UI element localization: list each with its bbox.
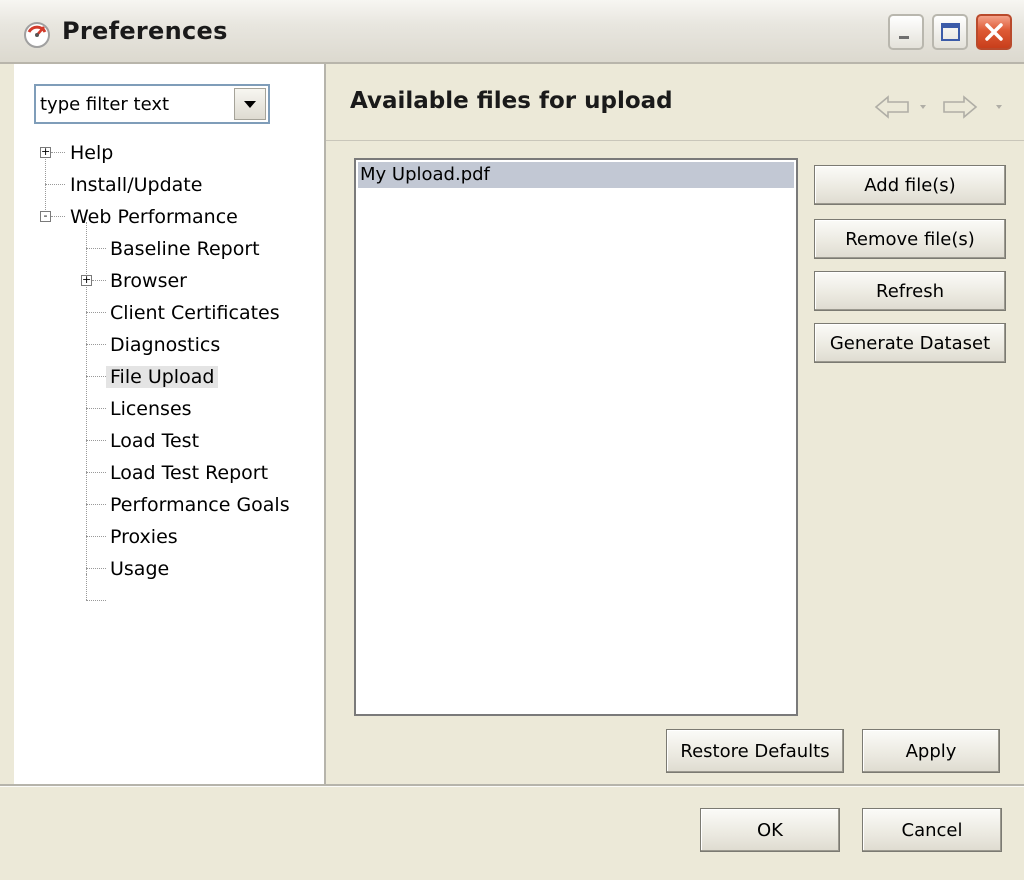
filter-dropdown-button[interactable] (234, 88, 266, 120)
tree-item-label: Client Certificates (110, 302, 280, 324)
close-icon (985, 23, 1003, 41)
tree-item-load-test-report[interactable]: Load Test Report (106, 458, 272, 488)
preferences-window: Preferences type filter text + - + Help … (0, 0, 1024, 880)
tree-connector (86, 574, 87, 600)
window-title: Preferences (62, 17, 228, 45)
apply-button[interactable]: Apply (862, 729, 1000, 773)
tree-item-label: Web Performance (70, 206, 238, 228)
add-files-button[interactable]: Add file(s) (814, 165, 1006, 205)
window-frame (0, 64, 14, 880)
tree-item-label: Baseline Report (110, 238, 260, 260)
tree-item-label: Load Test (110, 430, 200, 452)
tree-item-label: Install/Update (70, 174, 203, 196)
tree-item-file-upload[interactable]: File Upload (106, 362, 219, 392)
close-button[interactable] (976, 14, 1012, 50)
tree-connector (86, 248, 106, 249)
tree-connector (86, 536, 106, 537)
tree-connector (45, 184, 65, 185)
tree-connector (86, 504, 106, 505)
tree-item-label: Usage (110, 558, 170, 580)
minimize-button[interactable] (888, 14, 924, 50)
expand-browser-icon[interactable]: + (81, 274, 92, 286)
tree-item-browser[interactable]: Browser (106, 266, 191, 296)
tree-item-label: Proxies (110, 526, 178, 548)
tree-connector (86, 376, 106, 377)
tree-item-performance-goals[interactable]: Performance Goals (106, 490, 294, 520)
tree-item-label: Diagnostics (110, 334, 221, 356)
nav-arrows-group (874, 95, 1002, 119)
back-arrow-icon[interactable] (874, 95, 926, 119)
maximize-button[interactable] (932, 14, 968, 50)
tree-connector (86, 568, 106, 569)
tree-item-label: File Upload (106, 366, 219, 388)
file-list-item[interactable]: My Upload.pdf (358, 162, 794, 188)
cancel-button[interactable]: Cancel (862, 808, 1002, 852)
filter-combo[interactable] (34, 84, 270, 124)
collapse-web-performance-icon[interactable]: - (40, 210, 51, 222)
minimize-icon (899, 36, 909, 39)
preference-page: Available files for upload My Upload.pdf… (326, 64, 1024, 784)
tree-item-label: Licenses (110, 398, 192, 420)
remove-files-button[interactable]: Remove file(s) (814, 219, 1006, 259)
expand-help-icon[interactable]: + (40, 146, 51, 158)
chevron-down-icon (244, 101, 256, 108)
tree-item-label: Help (70, 142, 114, 164)
restore-defaults-button[interactable]: Restore Defaults (666, 729, 844, 773)
tree-item-usage[interactable]: Usage (106, 554, 173, 584)
tree-connector (86, 440, 106, 441)
tree-connector (51, 152, 65, 153)
preference-tree-panel: + - + Help Install/Update Web Performanc… (14, 64, 326, 784)
maximize-icon (941, 23, 960, 41)
tree-item-web-performance[interactable]: Web Performance (66, 202, 242, 232)
tree-item-help[interactable]: Help (66, 138, 117, 168)
generate-dataset-button[interactable]: Generate Dataset (814, 323, 1006, 363)
filter-input[interactable] (40, 91, 220, 117)
page-navigation (872, 92, 1022, 122)
ok-button[interactable]: OK (700, 808, 840, 852)
tree-item-install-update[interactable]: Install/Update (66, 170, 206, 200)
forward-arrow-icon[interactable] (943, 95, 1002, 119)
tree-item-proxies[interactable]: Proxies (106, 522, 182, 552)
tree-connector (86, 600, 106, 601)
tree-item-label: Load Test Report (110, 462, 269, 484)
tree-connector (51, 216, 65, 217)
tree-item-label: Performance Goals (110, 494, 290, 516)
tree-connector (86, 344, 106, 345)
preferences-icon (24, 22, 50, 48)
tree-item-baseline-report[interactable]: Baseline Report (106, 234, 264, 264)
refresh-button[interactable]: Refresh (814, 271, 1006, 311)
tree-item-label: Browser (110, 270, 187, 292)
tree-item-diagnostics[interactable]: Diagnostics (106, 330, 224, 360)
tree-connector (86, 408, 106, 409)
page-title: Available files for upload (350, 88, 673, 114)
footer-divider-highlight (0, 786, 1024, 787)
tree-item-load-test[interactable]: Load Test (106, 426, 203, 456)
file-list[interactable]: My Upload.pdf (354, 158, 798, 716)
tree-connector (86, 312, 106, 313)
tree-item-licenses[interactable]: Licenses (106, 394, 196, 424)
header-divider (326, 140, 1024, 141)
tree-connector (86, 472, 106, 473)
tree-item-client-certificates[interactable]: Client Certificates (106, 298, 284, 328)
tree-connector (92, 280, 106, 281)
title-bar[interactable]: Preferences (0, 0, 1024, 64)
